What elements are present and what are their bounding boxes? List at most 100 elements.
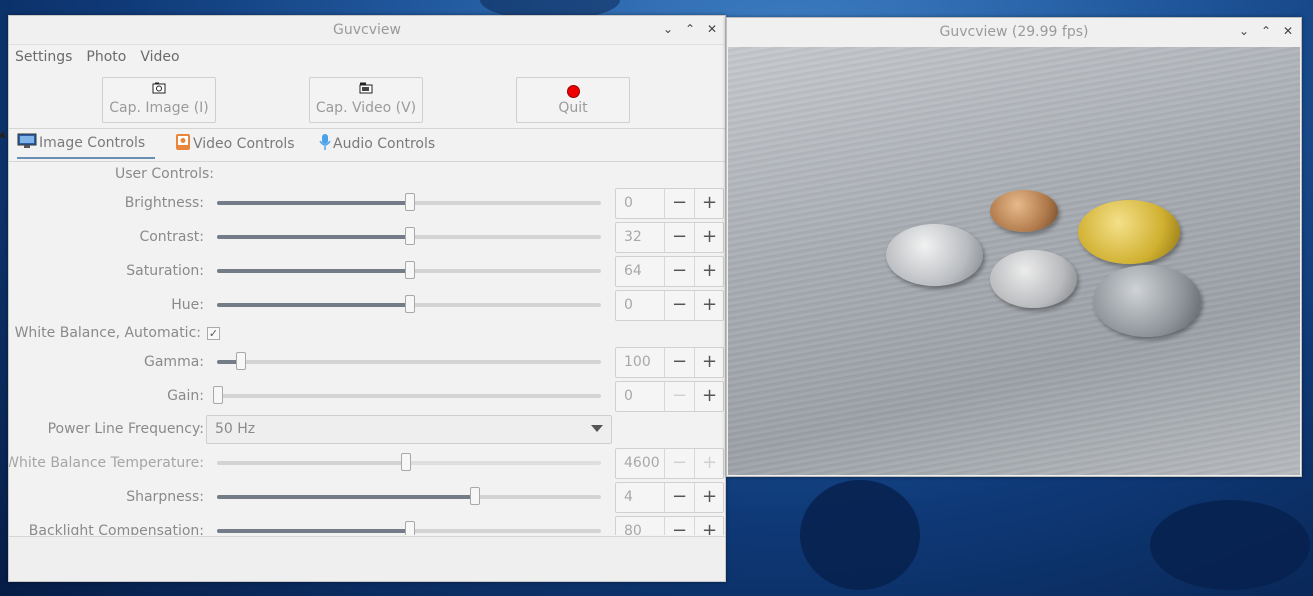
wb-auto-label: White Balance, Automatic:: [14, 325, 201, 341]
main-window: Guvcview ⌄ ⌃ ✕ Settings Photo Video Cap.…: [8, 15, 726, 582]
tab-image-controls-label: Image Controls: [39, 135, 146, 151]
user-controls-label: User Controls:: [115, 166, 214, 182]
saturation-spinner: 64 − +: [615, 256, 724, 287]
menu-settings[interactable]: Settings: [15, 49, 72, 65]
tab-video-controls-label: Video Controls: [193, 136, 295, 152]
saturation-decrement-button[interactable]: −: [664, 257, 694, 286]
gain-label: Gain:: [167, 388, 204, 404]
backlight-spinner: 80 − +: [615, 516, 724, 535]
tab-audio-controls-label: Audio Controls: [333, 136, 436, 152]
sharpness-label: Sharpness:: [126, 489, 204, 505]
wb-temperature-slider[interactable]: [217, 453, 601, 471]
saturation-label: Saturation:: [126, 263, 204, 279]
camera-preview-image: [728, 47, 1300, 475]
brightness-slider[interactable]: [217, 193, 601, 211]
coin-silver-medium: [990, 250, 1077, 308]
minimize-icon[interactable]: ⌄: [1237, 23, 1251, 39]
coin-copper: [990, 190, 1058, 232]
microphone-icon: [319, 133, 331, 155]
contrast-increment-button[interactable]: +: [694, 223, 724, 252]
gamma-value[interactable]: 100: [624, 354, 651, 370]
contrast-decrement-button[interactable]: −: [664, 223, 694, 252]
menubar: Settings Photo Video: [15, 49, 180, 65]
brightness-spinner: 0 − +: [615, 188, 724, 219]
maximize-icon[interactable]: ⌃: [1259, 23, 1273, 39]
tab-bar: Image Controls Video Controls Audio Cont…: [9, 128, 725, 162]
sharpness-decrement-button[interactable]: −: [664, 483, 694, 512]
brightness-label: Brightness:: [124, 195, 204, 211]
contrast-spinner: 32 − +: [615, 222, 724, 253]
wb-temperature-value[interactable]: 4600: [624, 455, 660, 471]
brightness-decrement-button[interactable]: −: [664, 189, 694, 218]
gamma-label: Gamma:: [144, 354, 204, 370]
minimize-icon[interactable]: ⌄: [661, 21, 675, 37]
mouse-cursor-icon: [0, 131, 8, 141]
controls-panel: User Controls: Brightness: 0 − + Contras…: [9, 161, 725, 535]
gamma-decrement-button[interactable]: −: [664, 348, 694, 377]
coin-gold: [1078, 200, 1180, 264]
gain-value[interactable]: 0: [624, 388, 633, 404]
backlight-value[interactable]: 80: [624, 523, 642, 535]
tab-image-controls[interactable]: Image Controls: [17, 133, 155, 159]
sharpness-spinner: 4 − +: [615, 482, 724, 513]
power-line-dropdown[interactable]: 50 Hz: [206, 415, 612, 444]
cap-image-label: Cap. Image (I): [109, 100, 209, 116]
hue-spinner: 0 − +: [615, 290, 724, 321]
sharpness-slider[interactable]: [217, 487, 601, 505]
main-window-title: Guvcview: [333, 22, 401, 38]
contrast-label: Contrast:: [139, 229, 204, 245]
gain-slider[interactable]: [213, 386, 601, 404]
tab-audio-controls[interactable]: Audio Controls: [319, 133, 435, 157]
desktop-shape: [1150, 500, 1310, 590]
brightness-increment-button[interactable]: +: [694, 189, 724, 218]
hue-label: Hue:: [171, 297, 204, 313]
contrast-slider[interactable]: [217, 227, 601, 245]
main-titlebar[interactable]: Guvcview ⌄ ⌃ ✕: [9, 16, 725, 45]
saturation-increment-button[interactable]: +: [694, 257, 724, 286]
backlight-slider[interactable]: [217, 521, 601, 535]
coin-silver-large: [886, 224, 983, 286]
hue-value[interactable]: 0: [624, 297, 633, 313]
wb-temperature-decrement-button[interactable]: −: [664, 449, 694, 478]
brightness-value[interactable]: 0: [624, 195, 633, 211]
chevron-down-icon: [591, 425, 603, 432]
record-icon: [517, 82, 629, 100]
menu-video[interactable]: Video: [140, 49, 179, 65]
saturation-slider[interactable]: [217, 261, 601, 279]
wb-temperature-spinner: 4600 − +: [615, 448, 724, 479]
hue-decrement-button[interactable]: −: [664, 291, 694, 320]
preview-window: Guvcview (29.99 fps) ⌄ ⌃ ✕: [726, 17, 1302, 477]
status-bar: [9, 536, 725, 581]
tab-video-controls[interactable]: Video Controls: [175, 133, 295, 157]
cap-video-label: Cap. Video (V): [315, 100, 417, 116]
hue-increment-button[interactable]: +: [694, 291, 724, 320]
close-icon[interactable]: ✕: [705, 21, 719, 37]
desktop-shape: [800, 480, 920, 590]
cap-image-button[interactable]: Cap. Image (I): [102, 77, 216, 123]
cap-video-button[interactable]: Cap. Video (V): [309, 77, 423, 123]
gain-increment-button[interactable]: +: [694, 382, 724, 411]
power-line-value: 50 Hz: [215, 421, 256, 437]
sharpness-value[interactable]: 4: [624, 489, 633, 505]
contrast-value[interactable]: 32: [624, 229, 642, 245]
gamma-increment-button[interactable]: +: [694, 348, 724, 377]
gain-decrement-button[interactable]: −: [664, 382, 694, 411]
menu-photo[interactable]: Photo: [86, 49, 126, 65]
monitor-icon: [17, 133, 37, 153]
film-icon: [175, 133, 191, 155]
camera-icon: [103, 82, 215, 100]
saturation-value[interactable]: 64: [624, 263, 642, 279]
gamma-slider[interactable]: [217, 352, 601, 370]
wb-auto-checkbox[interactable]: ✓: [207, 327, 220, 340]
backlight-increment-button[interactable]: +: [694, 517, 724, 535]
maximize-icon[interactable]: ⌃: [683, 21, 697, 37]
wb-temperature-label: White Balance Temperature:: [9, 455, 204, 471]
wb-temperature-increment-button[interactable]: +: [694, 449, 724, 478]
video-camera-icon: [310, 82, 422, 100]
hue-slider[interactable]: [217, 295, 601, 313]
sharpness-increment-button[interactable]: +: [694, 483, 724, 512]
backlight-label: Backlight Compensation:: [28, 523, 204, 535]
quit-button[interactable]: Quit: [516, 77, 630, 123]
backlight-decrement-button[interactable]: −: [664, 517, 694, 535]
close-icon[interactable]: ✕: [1281, 23, 1295, 39]
